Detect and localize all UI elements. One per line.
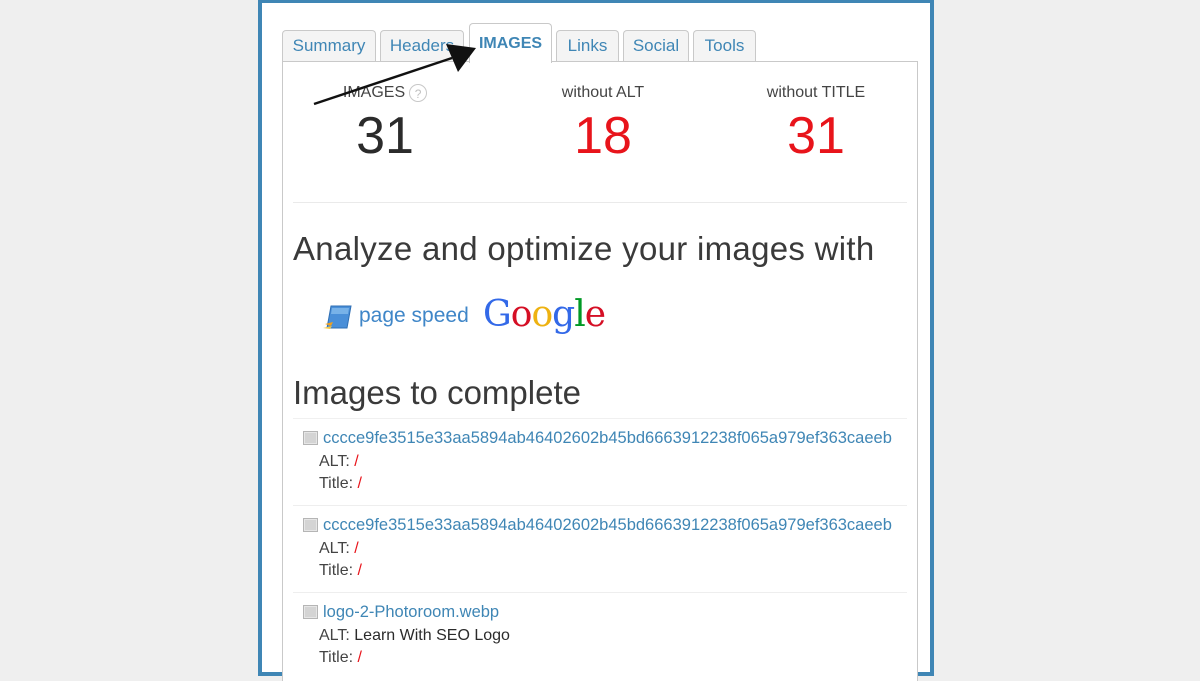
alt-label: ALT:: [319, 627, 350, 644]
stat-without-alt: without ALT 18: [503, 84, 703, 166]
stat-images-value: 31: [356, 107, 414, 166]
title-value: /: [357, 475, 362, 492]
tab-headers[interactable]: Headers: [380, 30, 464, 61]
google-letter: G: [483, 294, 512, 335]
divider: [293, 202, 907, 203]
list-item: cccce9fe3515e33aa5894ab46402602b45bd6663…: [293, 419, 907, 506]
images-to-complete-heading: Images to complete: [293, 374, 581, 411]
pagespeed-logo[interactable]: page speed: [323, 302, 469, 330]
alt-value: Learn With SEO Logo: [354, 627, 510, 644]
alt-value: /: [354, 540, 359, 557]
image-title-row: Title: /: [319, 562, 362, 580]
stat-images-label: IMAGES: [342, 84, 406, 102]
tab-social[interactable]: Social: [623, 30, 689, 61]
image-alt-row: ALT: Learn With SEO Logo: [319, 627, 510, 645]
google-letter: e: [584, 294, 606, 335]
image-list: cccce9fe3515e33aa5894ab46402602b45bd6663…: [293, 418, 907, 679]
image-file-icon: [303, 431, 318, 445]
tab-links[interactable]: Links: [556, 30, 619, 61]
title-label: Title:: [319, 649, 354, 666]
tool-logos: page speed Google: [323, 294, 623, 342]
alt-value: /: [354, 453, 359, 470]
seo-panel: Summary Headers IMAGES Links Social Tool…: [258, 0, 934, 681]
images-tab-content: IMAGES? 31 without ALT 18 without TITLE …: [282, 61, 918, 681]
image-link[interactable]: cccce9fe3515e33aa5894ab46402602b45bd6663…: [323, 429, 892, 448]
image-alt-row: ALT: /: [319, 453, 359, 471]
pagespeed-icon: [323, 305, 352, 329]
stat-without-title-label: without TITLE: [766, 84, 866, 101]
list-item: logo-2-Photoroom.webp ALT: Learn With SE…: [293, 593, 907, 679]
help-icon[interactable]: ?: [409, 84, 428, 102]
google-letter: o: [510, 294, 533, 335]
title-value: /: [357, 649, 362, 666]
tab-tools[interactable]: Tools: [693, 30, 756, 61]
stat-images: IMAGES? 31: [285, 84, 485, 166]
stat-without-alt-label: without ALT: [561, 84, 645, 101]
image-title-row: Title: /: [319, 475, 362, 493]
stat-images-label-row: IMAGES?: [285, 84, 485, 102]
tab-images[interactable]: IMAGES: [469, 23, 552, 63]
tab-bar: Summary Headers IMAGES Links Social Tool…: [282, 23, 910, 63]
pagespeed-label: page speed: [359, 304, 469, 327]
image-link[interactable]: cccce9fe3515e33aa5894ab46402602b45bd6663…: [323, 516, 892, 535]
image-link[interactable]: logo-2-Photoroom.webp: [323, 603, 499, 622]
image-title-row: Title: /: [319, 649, 362, 667]
google-letter: o: [531, 294, 553, 335]
title-label: Title:: [319, 475, 354, 492]
analyze-heading: Analyze and optimize your images with: [293, 230, 875, 267]
google-letter: l: [574, 294, 585, 335]
google-logo[interactable]: Google: [483, 294, 606, 335]
list-item: cccce9fe3515e33aa5894ab46402602b45bd6663…: [293, 506, 907, 593]
title-label: Title:: [319, 562, 354, 579]
alt-label: ALT:: [319, 453, 350, 470]
alt-label: ALT:: [319, 540, 350, 557]
google-letter: g: [552, 294, 575, 335]
image-file-icon: [303, 518, 318, 532]
image-file-icon: [303, 605, 318, 619]
image-alt-row: ALT: /: [319, 540, 359, 558]
stat-without-alt-value: 18: [574, 107, 632, 165]
tab-summary[interactable]: Summary: [282, 30, 376, 61]
title-value: /: [357, 562, 362, 579]
stat-without-title: without TITLE 31: [716, 84, 916, 166]
stat-without-title-value: 31: [787, 107, 845, 165]
